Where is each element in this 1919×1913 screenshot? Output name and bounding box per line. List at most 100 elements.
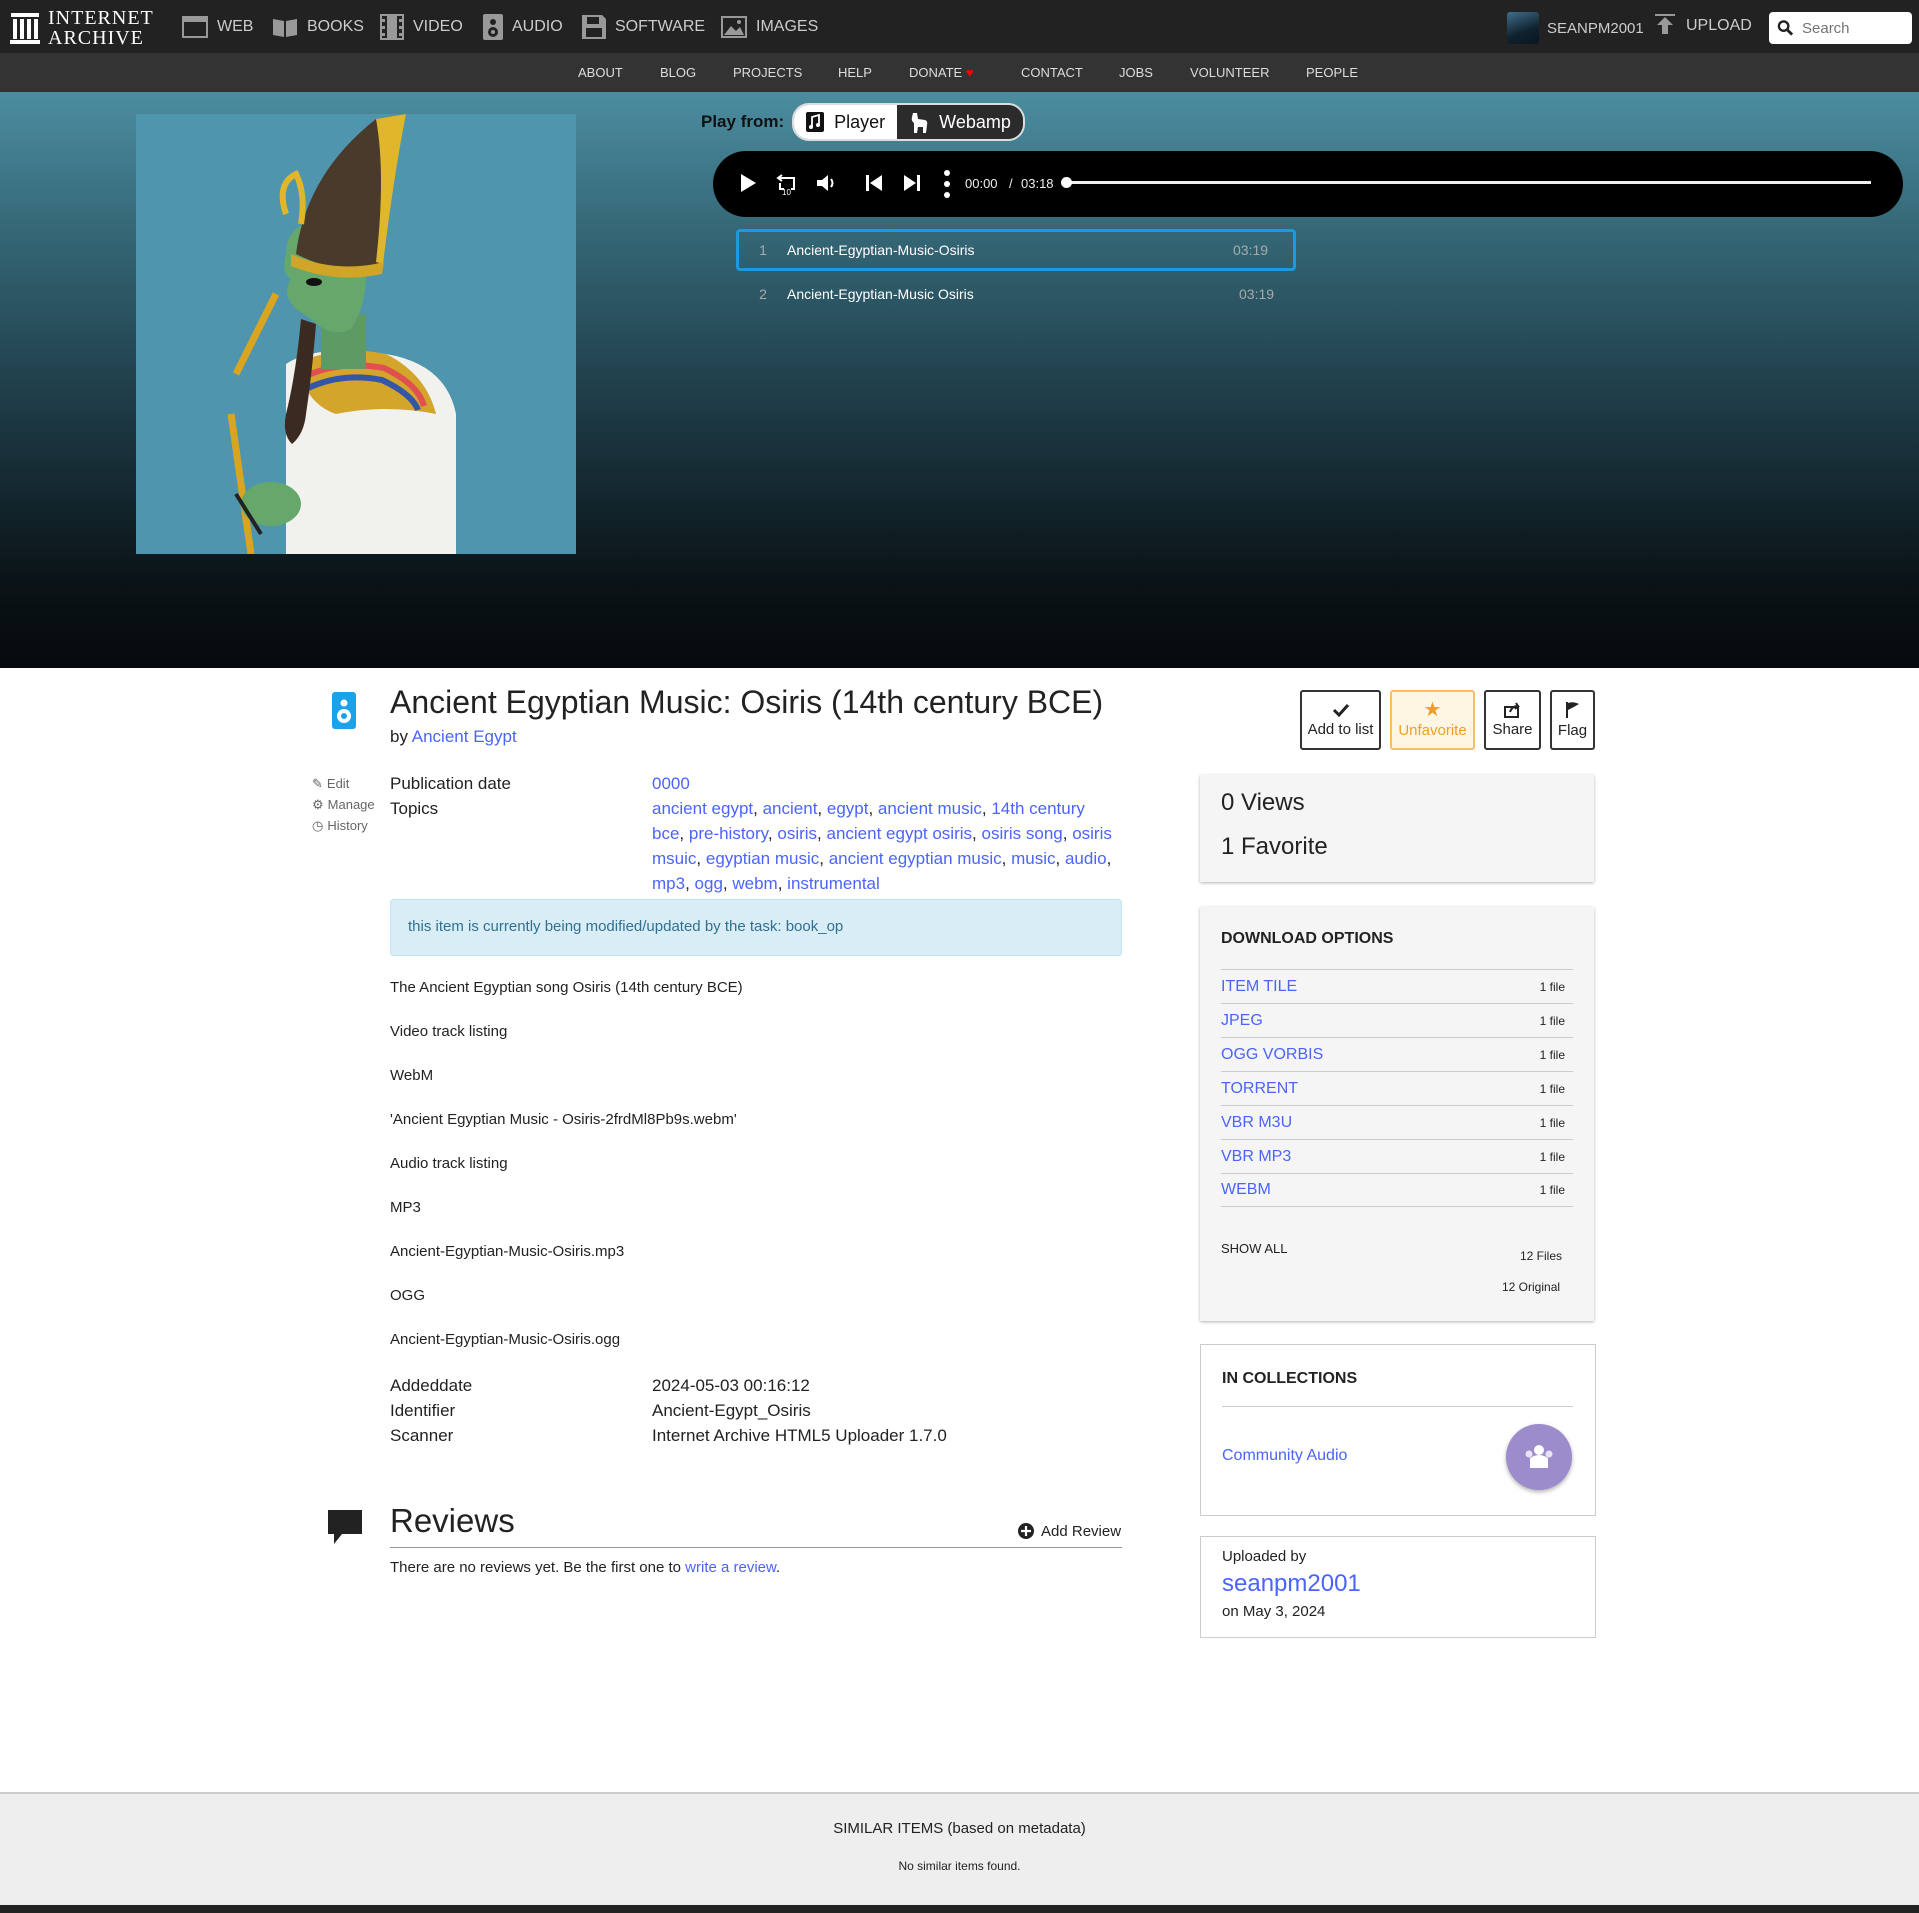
topic-link[interactable]: egyptian music (706, 849, 819, 868)
download-row[interactable]: VBR M3U 1 file (1221, 1105, 1573, 1139)
subnav-about[interactable]: ABOUT (578, 65, 623, 80)
download-format[interactable]: TORRENT (1221, 1080, 1298, 1098)
download-format[interactable]: ITEM TILE (1221, 978, 1297, 996)
cover-art-image (136, 114, 576, 554)
original-files: 12 Original (1502, 1280, 1561, 1294)
topic-link[interactable]: instrumental (787, 874, 880, 893)
total-files: 12 Files (1520, 1249, 1563, 1263)
download-row[interactable]: JPEG 1 file (1221, 1003, 1573, 1037)
player-option[interactable]: Player (794, 105, 898, 139)
nav-web[interactable]: WEB (182, 14, 253, 40)
topic-link[interactable]: osiris song (981, 824, 1062, 843)
secondary-navigation: ABOUT BLOG PROJECTS HELP DONATE ♥ CONTAC… (0, 53, 1919, 92)
description-line: 'Ancient Egyptian Music - Osiris-2frdMl8… (390, 1111, 737, 1128)
rewind-10-icon[interactable]: 10 (776, 172, 798, 196)
download-format[interactable]: VBR MP3 (1221, 1148, 1291, 1166)
topic-link[interactable]: ancient (763, 799, 818, 818)
play-icon[interactable] (738, 172, 758, 194)
topic-link[interactable]: ogg (695, 874, 723, 893)
publication-date-link[interactable]: 0000 (652, 774, 690, 794)
download-file-count: 1 file (1539, 979, 1565, 994)
topic-link[interactable]: ancient music (878, 799, 982, 818)
topic-separator: , (1055, 849, 1065, 868)
community-icon (1525, 1445, 1553, 1468)
uploader-link[interactable]: seanpm2001 (1222, 1570, 1361, 1598)
topic-separator: , (817, 799, 827, 818)
show-all-link[interactable]: SHOW ALL (1221, 1241, 1287, 1256)
star-icon: ★ (1423, 699, 1442, 721)
download-format[interactable]: WEBM (1221, 1181, 1271, 1199)
svg-text:10: 10 (782, 188, 791, 196)
collection-thumbnail[interactable] (1506, 1424, 1572, 1490)
topic-link[interactable]: egypt (827, 799, 869, 818)
download-row[interactable]: ITEM TILE 1 file (1221, 969, 1573, 1003)
unfavorite-button[interactable]: ★ Unfavorite (1390, 690, 1475, 750)
nav-books[interactable]: BOOKS (272, 14, 364, 40)
topic-link[interactable]: ancient egyptian music (829, 849, 1002, 868)
share-button[interactable]: Share (1484, 690, 1541, 750)
download-format[interactable]: JPEG (1221, 1012, 1263, 1030)
next-track-icon[interactable] (903, 172, 921, 194)
download-row[interactable]: VBR MP3 1 file (1221, 1139, 1573, 1173)
internet-archive-logo[interactable]: INTERNET ARCHIVE (10, 8, 154, 48)
download-format[interactable]: VBR M3U (1221, 1114, 1292, 1132)
nav-video[interactable]: VIDEO (380, 14, 463, 40)
subnav-contact[interactable]: CONTACT (1021, 65, 1083, 80)
topic-link[interactable]: pre-history (689, 824, 768, 843)
upload-button[interactable]: UPLOAD (1654, 14, 1752, 38)
add-to-list-button[interactable]: Add to list (1300, 690, 1381, 750)
no-reviews-text: There are no reviews yet. Be the first o… (390, 1559, 681, 1576)
subnav-donate[interactable]: DONATE ♥ (909, 65, 974, 80)
history-label: History (327, 818, 368, 833)
search-input[interactable] (1800, 18, 1912, 38)
write-review-link[interactable]: write a review (685, 1559, 776, 1576)
topic-link[interactable]: audio (1065, 849, 1107, 868)
subnav-help[interactable]: HELP (838, 65, 872, 80)
seek-handle[interactable] (1061, 177, 1072, 188)
topic-separator: , (777, 874, 788, 893)
download-file-count: 1 file (1539, 1183, 1565, 1197)
download-row[interactable]: TORRENT 1 file (1221, 1071, 1573, 1105)
user-menu[interactable]: SEANPM2001 (1507, 12, 1644, 44)
upload-date: on May 3, 2024 (1222, 1603, 1326, 1620)
topic-link[interactable]: mp3 (652, 874, 685, 893)
item-title: Ancient Egyptian Music: Osiris (14th cen… (390, 684, 1104, 720)
nav-software[interactable]: SOFTWARE (582, 14, 705, 40)
download-format[interactable]: OGG VORBIS (1221, 1046, 1323, 1064)
nav-audio[interactable]: AUDIO (483, 14, 563, 40)
download-row[interactable]: OGG VORBIS 1 file (1221, 1037, 1573, 1071)
volume-icon[interactable] (815, 172, 839, 194)
history-link[interactable]: ◷ History (312, 815, 375, 836)
playlist-track[interactable]: 2 Ancient-Egyptian-Music Osiris 03:19 (739, 273, 1299, 315)
previous-track-icon[interactable] (865, 172, 883, 194)
creator-link[interactable]: Ancient Egypt (412, 727, 517, 746)
topic-link[interactable]: ancient egypt (652, 799, 753, 818)
by-prefix: by (390, 727, 408, 746)
no-reviews-message: There are no reviews yet. Be the first o… (390, 1559, 780, 1576)
more-options-icon[interactable] (943, 169, 951, 199)
topics-list: ancient egypt, ancient, egypt, ancient m… (652, 796, 1112, 896)
topic-link[interactable]: osiris (777, 824, 817, 843)
topic-separator: , (819, 849, 829, 868)
topic-link[interactable]: music (1011, 849, 1055, 868)
search-box[interactable] (1769, 12, 1912, 44)
subnav-people[interactable]: PEOPLE (1306, 65, 1358, 80)
webamp-option[interactable]: Webamp (897, 105, 1023, 139)
seek-bar[interactable] (1067, 181, 1871, 184)
topic-link[interactable]: ancient egypt osiris (827, 824, 973, 843)
subnav-projects[interactable]: PROJECTS (733, 65, 802, 80)
flag-button[interactable]: Flag (1550, 690, 1595, 750)
description-line: WebM (390, 1067, 434, 1084)
manage-link[interactable]: ⚙ Manage (312, 794, 375, 815)
nav-images[interactable]: IMAGES (721, 14, 818, 40)
collection-link[interactable]: Community Audio (1222, 1447, 1347, 1465)
subnav-jobs[interactable]: JOBS (1119, 65, 1153, 80)
subnav-volunteer[interactable]: VOLUNTEER (1190, 65, 1269, 80)
identifier-label: Identifier (390, 1401, 456, 1420)
topic-link[interactable]: webm (732, 874, 777, 893)
subnav-blog[interactable]: BLOG (660, 65, 696, 80)
add-review-button[interactable]: Add Review (1017, 1522, 1121, 1540)
edit-link[interactable]: ✎ Edit (312, 773, 375, 794)
playlist-track[interactable]: 1 Ancient-Egyptian-Music-Osiris 03:19 (736, 229, 1296, 271)
download-row[interactable]: WEBM 1 file (1221, 1173, 1573, 1207)
